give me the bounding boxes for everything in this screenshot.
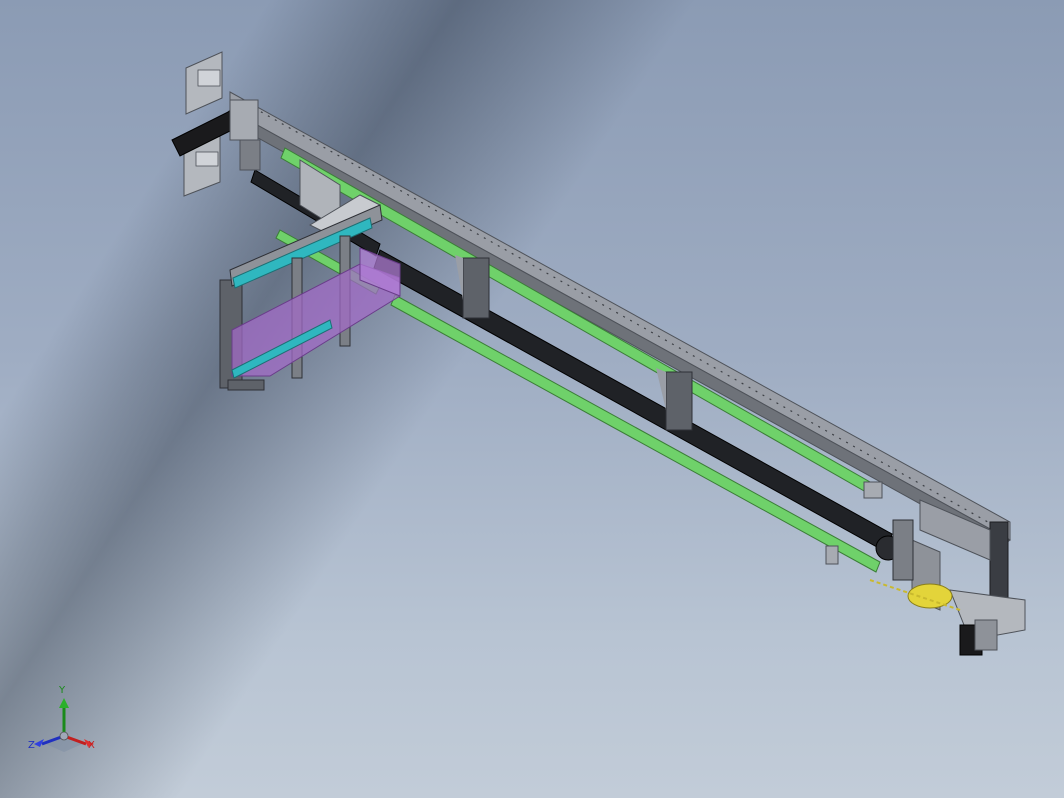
right-servo-motor[interactable] xyxy=(959,619,998,656)
end-stop-upper[interactable] xyxy=(863,481,883,499)
end-stop-lower[interactable] xyxy=(825,545,839,565)
z-axis-label: Z xyxy=(28,740,35,751)
coordinate-triad: Y X Z xyxy=(28,686,104,756)
graphics-viewport[interactable]: Y X Z xyxy=(0,0,1064,798)
left-mount-plate-top[interactable] xyxy=(185,51,223,115)
y-axis-label: Y xyxy=(59,685,66,696)
y-axis-arrow xyxy=(59,698,69,708)
x-axis-label: X xyxy=(88,740,95,751)
cad-model-canvas[interactable] xyxy=(0,0,1064,798)
